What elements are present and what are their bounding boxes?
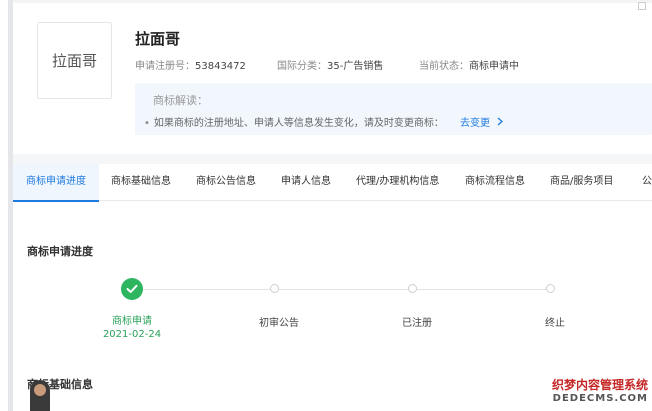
tab-bar: 商标申请进度 商标基础信息 商标公告信息 申请人信息 代理/办理机构信息 商标流… <box>13 164 652 202</box>
status-field: 当前状态：商标申请中 <box>419 57 519 72</box>
section-divider <box>13 154 652 164</box>
corner-mark <box>638 2 646 10</box>
tab-basic-info[interactable]: 商标基础信息 <box>111 164 171 200</box>
reg-no-field: 申请注册号：53843472 <box>135 57 246 72</box>
watermark: 织梦内容管理系统 DEDECMS.COM <box>552 376 648 404</box>
progress-track <box>133 289 550 290</box>
tab-more[interactable]: 公 <box>642 164 652 200</box>
class-field: 国际分类：35-广告销售 <box>277 57 383 72</box>
reg-no-label: 申请注册号： <box>135 61 195 72</box>
step-done-check-icon <box>121 278 143 300</box>
watermark-line1: 织梦内容管理系统 <box>551 378 648 392</box>
step-label-registered: 已注册 <box>402 318 432 329</box>
step-dot-registered <box>408 284 417 293</box>
step-label-terminated: 终止 <box>545 318 565 329</box>
tab-goods-services[interactable]: 商品/服务项目 <box>550 164 613 200</box>
watermark-line2: DEDECMS.COM <box>552 393 648 404</box>
tab-applicant[interactable]: 申请人信息 <box>281 164 331 200</box>
reg-no-value: 53843472 <box>195 61 246 72</box>
interpretation-panel: 商标解读： • 如果商标的注册地址、申请人等信息发生变化，请及时变更商标： 去变更 <box>135 83 652 135</box>
class-label: 国际分类： <box>277 61 327 72</box>
status-value: 商标申请中 <box>469 61 519 72</box>
tab-progress[interactable]: 商标申请进度 <box>13 164 99 202</box>
interpretation-title: 商标解读： <box>153 94 208 107</box>
avatar-face <box>34 384 46 396</box>
step-date-apply: 2021-02-24 <box>102 329 162 340</box>
status-label: 当前状态： <box>419 61 469 72</box>
trademark-logo: 拉面哥 <box>37 22 112 99</box>
step-label-prelim: 初审公告 <box>259 318 299 329</box>
chevron-right-icon <box>497 117 504 129</box>
left-border <box>8 0 13 411</box>
trademark-name: 拉面哥 <box>135 30 181 48</box>
bullet-icon: • <box>144 118 150 129</box>
change-link[interactable]: 去变更 <box>460 114 504 129</box>
step-dot-terminated <box>546 284 555 293</box>
step-label-apply: 商标申请 <box>112 316 152 327</box>
interpretation-body: 如果商标的注册地址、申请人等信息发生变化，请及时变更商标： <box>153 118 444 129</box>
step-dot-prelim <box>270 284 279 293</box>
interpretation-text: • 如果商标的注册地址、申请人等信息发生变化，请及时变更商标： <box>144 114 444 129</box>
tab-agency[interactable]: 代理/办理机构信息 <box>356 164 439 200</box>
class-value: 35-广告销售 <box>327 61 384 72</box>
change-link-label: 去变更 <box>460 118 490 129</box>
tab-process[interactable]: 商标流程信息 <box>465 164 525 200</box>
tab-announcement[interactable]: 商标公告信息 <box>196 164 256 200</box>
top-edge <box>13 0 652 3</box>
progress-section-title: 商标申请进度 <box>27 245 93 258</box>
